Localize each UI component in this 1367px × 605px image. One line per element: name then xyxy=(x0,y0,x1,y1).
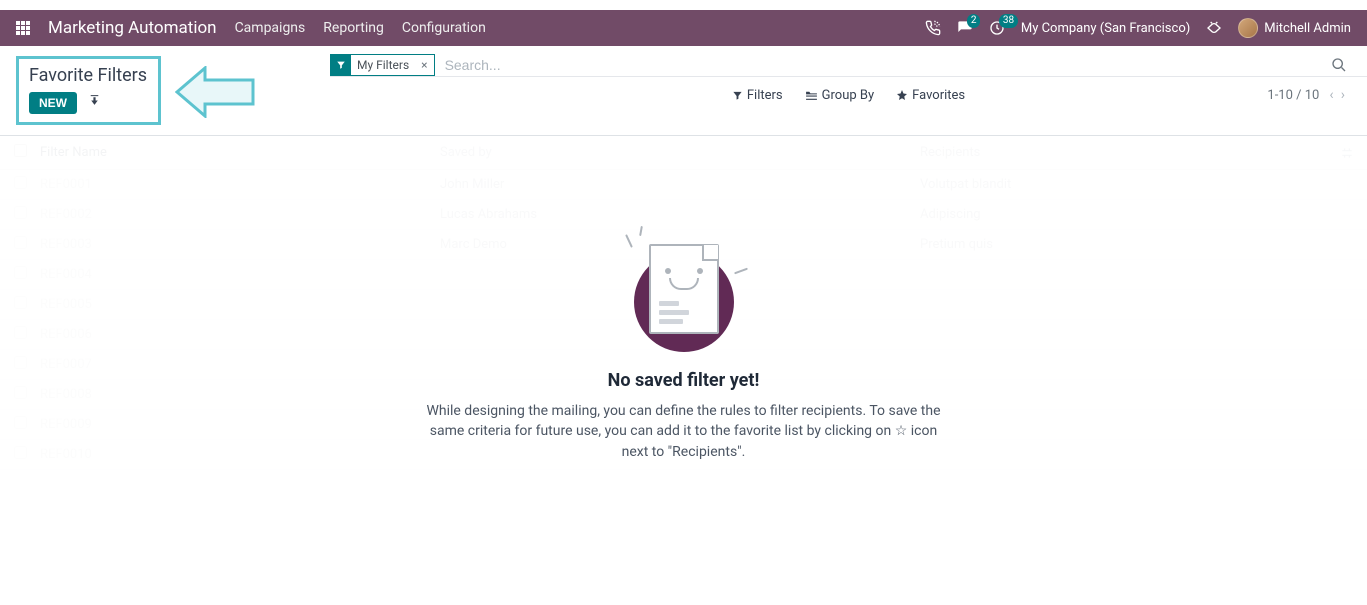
highlight-annotation: Favorite Filters NEW xyxy=(16,56,161,125)
new-button[interactable]: NEW xyxy=(29,92,77,114)
search-facet: My Filters × xyxy=(330,54,435,76)
empty-text: While designing the mailing, you can def… xyxy=(424,401,944,462)
list-area: Filter Name Saved by Recipients REF0001J… xyxy=(0,136,1367,595)
favorites-dropdown[interactable]: Favorites xyxy=(896,88,965,103)
page-title: Favorite Filters xyxy=(29,65,148,86)
facet-remove[interactable]: × xyxy=(415,58,433,72)
facet-label: My Filters xyxy=(351,58,415,72)
user-name: Mitchell Admin xyxy=(1264,21,1351,36)
nav-reporting[interactable]: Reporting xyxy=(323,20,384,36)
pager-next[interactable]: › xyxy=(1339,87,1347,103)
avatar xyxy=(1238,18,1258,38)
funnel-icon xyxy=(331,55,351,75)
app-brand[interactable]: Marketing Automation xyxy=(48,18,217,38)
nav-campaigns[interactable]: Campaigns xyxy=(235,20,306,36)
arrow-annotation xyxy=(175,66,255,118)
discuss-icon[interactable]: 2 xyxy=(957,20,973,36)
nav-configuration[interactable]: Configuration xyxy=(402,20,486,36)
empty-illustration xyxy=(634,236,734,356)
activities-badge: 38 xyxy=(999,14,1018,28)
filters-dropdown[interactable]: Filters xyxy=(732,88,783,103)
pager-prev[interactable]: ‹ xyxy=(1327,87,1335,103)
search-input[interactable] xyxy=(441,55,1325,75)
main-navbar: Marketing Automation Campaigns Reporting… xyxy=(0,10,1367,46)
pager-text[interactable]: 1-10 / 10 xyxy=(1267,88,1319,103)
import-icon[interactable] xyxy=(88,95,101,111)
empty-state-overlay: No saved filter yet! While designing the… xyxy=(0,136,1367,595)
user-menu[interactable]: Mitchell Admin xyxy=(1238,18,1351,38)
star-icon: ☆ xyxy=(895,421,908,441)
groupby-dropdown[interactable]: Group By xyxy=(805,88,875,103)
voip-icon[interactable] xyxy=(925,20,941,36)
activities-icon[interactable]: 38 xyxy=(989,20,1005,36)
company-switcher[interactable]: My Company (San Francisco) xyxy=(1021,21,1190,36)
empty-title: No saved filter yet! xyxy=(608,370,760,391)
debug-icon[interactable] xyxy=(1206,20,1222,36)
apps-icon[interactable] xyxy=(16,21,30,35)
search-icon[interactable] xyxy=(1331,57,1347,73)
control-panel: Favorite Filters NEW My Filters × xyxy=(0,46,1367,136)
discuss-badge: 2 xyxy=(967,14,981,28)
